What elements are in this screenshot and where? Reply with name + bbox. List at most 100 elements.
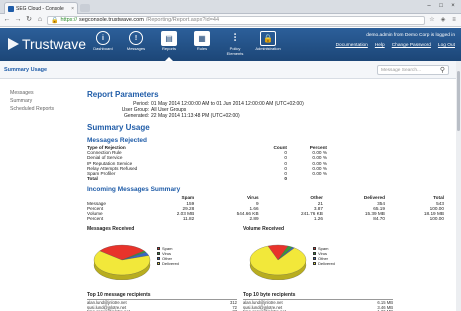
minimize-icon[interactable]: –: [424, 2, 434, 10]
sub-header: Summary Usage Message Search... ⚲: [0, 61, 461, 79]
nav-dashboard[interactable]: i Dashboard: [90, 31, 116, 56]
sliders-icon: ⫶: [233, 32, 237, 44]
report-icon: ▤: [161, 31, 177, 46]
help-link[interactable]: Help: [375, 43, 385, 48]
page-title: Summary Usage: [4, 67, 48, 73]
browser-extensions: ☆ ◈ ≡: [428, 16, 458, 24]
volume-pie-chart: [249, 245, 307, 281]
lock-icon: 🔒: [260, 31, 276, 46]
chart-legend: Spam Virus Other Delivered: [313, 246, 335, 266]
legend-swatch: [157, 262, 160, 266]
sidebar: Messages Summary Scheduled Reports: [0, 79, 78, 311]
report-parameters: Period: 01 May 2014 12:00:00 AM to 01 Jun…: [107, 101, 447, 119]
browser-tab[interactable]: SEG Cloud - Console ×: [4, 2, 78, 14]
nav-policy-elements[interactable]: ⫶ Policy Elements: [222, 31, 248, 56]
generated-value: 22 May 2014 11:13:48 PM (UTC+02:00): [151, 113, 240, 119]
nav-label: Rules: [196, 46, 208, 51]
search-placeholder: Message Search...: [381, 67, 421, 73]
legend-swatch: [157, 247, 160, 251]
search-icon[interactable]: ⚲: [440, 66, 445, 74]
top-byte-title: Top 10 byte recipients: [243, 292, 393, 301]
nav-rules[interactable]: ▦ Rules: [189, 31, 215, 56]
top-navigation: i Dashboard ! Messages ▤ Reports ▦ Rules…: [90, 31, 281, 62]
logged-in-user: demo.admin from Demo Corp is logged in: [366, 33, 455, 38]
incoming-summary-heading: Incoming Messages Summary: [87, 186, 181, 194]
scrollbar-thumb[interactable]: [457, 71, 460, 131]
alert-icon: !: [129, 31, 143, 45]
table-cell: 0: [284, 176, 287, 182]
star-icon[interactable]: ☆: [428, 16, 436, 24]
legend-label: Delivered: [162, 261, 179, 267]
table-cell: 11.82: [182, 216, 195, 222]
address-bar: ← → ↻ ⌂ 🔒 https://segconsole.trustwave.c…: [0, 14, 461, 27]
back-arrow-icon[interactable]: ←: [3, 16, 11, 24]
volume-received-chart: Volume Received Spam Virus Other Delivered: [243, 226, 393, 284]
legend-item: Delivered: [313, 261, 335, 266]
tab-title: SEG Cloud - Console: [16, 5, 64, 12]
home-icon[interactable]: ⌂: [36, 16, 44, 24]
report-parameters-heading: Report Parameters: [87, 90, 159, 99]
legend-swatch: [313, 262, 316, 266]
info-icon: i: [96, 31, 110, 45]
rejected-table: Type of Rejection Count Percent Connecti…: [87, 145, 327, 181]
nav-label: Policy Elements: [226, 46, 244, 56]
change-password-link[interactable]: Change Password: [392, 43, 431, 48]
incoming-table: Spam Virus Other Delivered Total Message 159 9…: [87, 195, 444, 221]
report-content: Report Parameters Period: 01 May 2014 12:…: [87, 79, 447, 311]
reload-icon[interactable]: ↻: [25, 16, 33, 24]
nav-messages[interactable]: ! Messages: [123, 31, 149, 56]
logo-text: Trustwave: [22, 36, 87, 52]
nav-reports[interactable]: ▤ Reports: [156, 31, 182, 62]
forward-arrow-icon[interactable]: →: [14, 16, 22, 24]
rules-icon: ▦: [194, 31, 210, 46]
chart-title: Messages Received: [87, 226, 135, 233]
legend-item: Delivered: [157, 261, 179, 266]
maximize-icon[interactable]: □: [436, 2, 446, 10]
trustwave-logo[interactable]: Trustwave: [8, 36, 86, 52]
lock-icon: 🔒: [51, 17, 59, 24]
table-cell: 84.70: [373, 216, 385, 222]
logout-link[interactable]: Log Out: [438, 43, 455, 48]
page-scrollbar[interactable]: [456, 61, 461, 311]
new-tab-button[interactable]: [80, 4, 90, 12]
messages-received-chart: Messages Received Spam Virus Other Delivere…: [87, 226, 237, 284]
table-cell: Percent: [87, 216, 104, 222]
table-cell: [287, 176, 327, 181]
legend-swatch: [313, 252, 316, 256]
menu-icon[interactable]: ≡: [450, 16, 458, 24]
browser-tab-bar: SEG Cloud - Console × – □ ×: [0, 0, 461, 14]
user-links: Documentation Help Change Password Log O…: [336, 43, 455, 48]
table-total-row: Total 0: [87, 176, 327, 181]
sidebar-item-messages[interactable]: Messages: [0, 90, 78, 96]
messages-pie-chart: [93, 245, 151, 281]
message-search-input[interactable]: Message Search... ⚲: [377, 65, 449, 75]
nav-administration[interactable]: 🔒 Administration: [255, 31, 281, 56]
close-window-icon[interactable]: ×: [448, 2, 458, 10]
extension-icon[interactable]: ◈: [439, 16, 447, 24]
summary-usage-heading: Summary Usage: [87, 123, 150, 132]
documentation-link[interactable]: Documentation: [336, 43, 368, 48]
legend-swatch: [157, 257, 160, 261]
nav-label: Messages: [126, 46, 146, 51]
legend-swatch: [313, 247, 316, 251]
window-controls: – □ ×: [424, 2, 458, 10]
url-domain: segconsole.trustwave.com: [79, 17, 144, 23]
url-scheme: https://: [60, 17, 77, 23]
sidebar-item-summary[interactable]: Summary: [0, 98, 78, 104]
sidebar-item-scheduled-reports[interactable]: Scheduled Reports: [0, 106, 78, 112]
table-cell: Total: [87, 176, 98, 182]
generated-label: Generated:: [123, 113, 149, 119]
logo-mark-icon: [8, 38, 19, 50]
table-cell: 1.26: [313, 216, 323, 222]
charts-area: Messages Received Spam Virus Other Delivere…: [87, 226, 447, 286]
table-row: Percent 11.82 2.89 1.26 84.70 100.00: [87, 216, 444, 221]
favicon-icon: [8, 5, 14, 12]
url-field[interactable]: 🔒 https://segconsole.trustwave.com/Repor…: [47, 15, 425, 25]
nav-label: Reports: [161, 46, 176, 51]
top-message-title: Top 10 message recipients: [87, 292, 237, 301]
chart-title: Volume Received: [243, 226, 285, 233]
user-area: demo.admin from Demo Corp is logged in D…: [336, 33, 455, 48]
close-tab-icon[interactable]: ×: [71, 6, 74, 12]
messages-rejected-heading: Messages Rejected: [87, 137, 147, 144]
url-path: /Reporting/Report.aspx?id=44: [145, 17, 220, 23]
